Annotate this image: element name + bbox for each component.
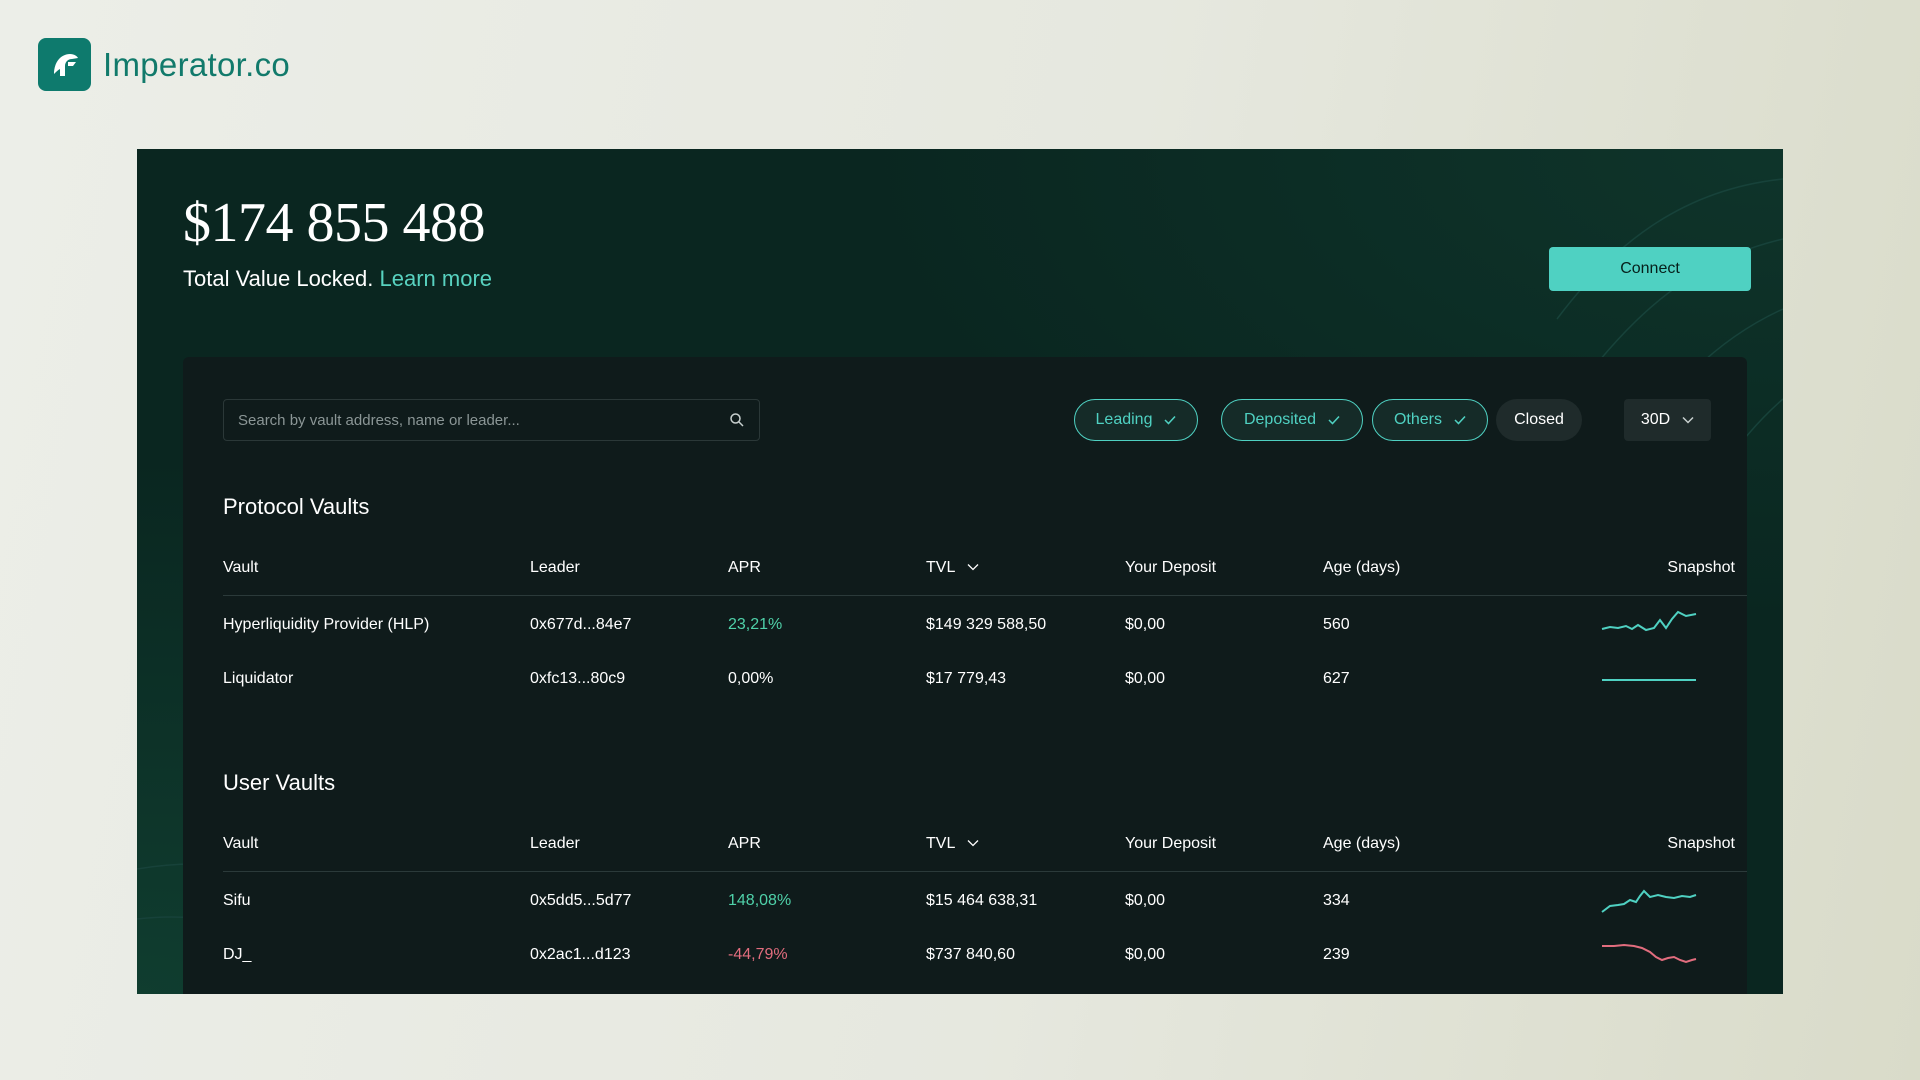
- col-age[interactable]: Age (days): [1323, 559, 1400, 577]
- sort-chevron-icon: [967, 564, 979, 571]
- vault-name: Liquidator: [223, 670, 294, 687]
- snapshot-sparkline: [1602, 943, 1697, 964]
- apr-value: 148,08%: [728, 892, 792, 909]
- apr-value: -44,79%: [728, 946, 788, 963]
- period-select[interactable]: 30D: [1624, 399, 1711, 441]
- age-cell: 334: [1323, 892, 1350, 909]
- table-row[interactable]: Liquidator 0xfc13...80c9 0,00% $17 779,4…: [223, 654, 1747, 706]
- col-leader[interactable]: Leader: [530, 559, 580, 577]
- filter-closed[interactable]: Closed: [1496, 399, 1582, 441]
- leader-address: 0x2ac1...d123: [530, 946, 631, 963]
- user-vaults-header: Vault Leader APR TVL Your Deposit Age (d…: [223, 821, 1747, 872]
- col-tvl[interactable]: TVL: [926, 559, 979, 577]
- col-apr[interactable]: APR: [728, 559, 761, 577]
- check-icon: [1328, 415, 1340, 425]
- col-vault[interactable]: Vault: [223, 559, 258, 577]
- col-tvl-label: TVL: [926, 835, 955, 852]
- connect-button[interactable]: Connect: [1549, 247, 1751, 291]
- filter-leading[interactable]: Leading: [1074, 399, 1198, 441]
- deposit-cell: $0,00: [1125, 616, 1166, 633]
- protocol-vaults-header: Vault Leader APR TVL Your Deposit Age (d…: [223, 545, 1747, 596]
- col-tvl[interactable]: TVL: [926, 835, 979, 853]
- sort-chevron-icon: [967, 840, 979, 847]
- age-cell: 560: [1323, 616, 1350, 633]
- table-row[interactable]: Hyperliquidity Provider (HLP) 0x677d...8…: [223, 600, 1747, 652]
- learn-more-link[interactable]: Learn more: [380, 266, 493, 291]
- search-icon[interactable]: [729, 412, 745, 428]
- snapshot-sparkline: [1602, 679, 1696, 681]
- col-vault[interactable]: Vault: [223, 835, 258, 853]
- apr-value: 0,00%: [728, 670, 774, 687]
- col-deposit[interactable]: Your Deposit: [1125, 835, 1216, 853]
- protocol-vaults-title: Protocol Vaults: [223, 494, 370, 519]
- deposit-cell: $0,00: [1125, 946, 1166, 963]
- leader-address: 0x5dd5...5d77: [530, 892, 632, 909]
- brand-name: Imperator.co: [103, 45, 291, 83]
- vaults-card: Leading Deposited Others Closed 30D Prot…: [183, 357, 1747, 994]
- search-box[interactable]: [223, 399, 760, 441]
- tvl-value: $174 855 488: [183, 192, 486, 254]
- leader-address: 0xfc13...80c9: [530, 670, 626, 687]
- tvl-cell: $737 840,60: [926, 946, 1015, 963]
- filter-deposited[interactable]: Deposited: [1221, 399, 1363, 441]
- leader-address: 0x677d...84e7: [530, 616, 632, 633]
- vault-name: Hyperliquidity Provider (HLP): [223, 616, 430, 633]
- snapshot-sparkline: [1601, 610, 1697, 632]
- table-row[interactable]: DJ_ 0x2ac1...d123 -44,79% $737 840,60 $0…: [223, 930, 1747, 982]
- apr-value: 23,21%: [728, 616, 783, 633]
- table-row[interactable]: Sifu 0x5dd5...5d77 148,08% $15 464 638,3…: [223, 876, 1747, 928]
- col-leader[interactable]: Leader: [530, 835, 580, 853]
- col-snapshot: Snapshot: [1667, 559, 1735, 576]
- age-cell: 627: [1323, 670, 1350, 687]
- tvl-caption-line: Total Value Locked. Learn more: [183, 266, 492, 292]
- filter-label: Leading: [1095, 411, 1153, 428]
- check-icon: [1454, 415, 1466, 425]
- tvl-cell: $149 329 588,50: [926, 616, 1047, 633]
- user-vaults-title: User Vaults: [223, 770, 336, 795]
- col-age[interactable]: Age (days): [1323, 835, 1400, 853]
- col-snapshot: Snapshot: [1667, 835, 1735, 852]
- vault-name: DJ_: [223, 946, 252, 963]
- filter-label: Closed: [1514, 411, 1564, 428]
- period-value: 30D: [1640, 411, 1671, 428]
- tvl-cell: $17 779,43: [926, 670, 1007, 687]
- col-deposit[interactable]: Your Deposit: [1125, 559, 1216, 577]
- filter-label: Deposited: [1243, 411, 1317, 428]
- check-icon: [1164, 415, 1177, 425]
- col-apr[interactable]: APR: [728, 835, 761, 853]
- main-panel: $174 855 488 Total Value Locked. Learn m…: [137, 149, 1783, 994]
- filter-label: Others: [1393, 411, 1442, 428]
- deposit-cell: $0,00: [1125, 892, 1166, 909]
- age-cell: 239: [1323, 946, 1350, 963]
- snapshot-sparkline: [1601, 889, 1697, 913]
- tvl-caption: Total Value Locked.: [183, 266, 374, 291]
- search-input[interactable]: [224, 410, 729, 430]
- col-tvl-label: TVL: [926, 559, 955, 576]
- brand[interactable]: Imperator.co: [38, 38, 290, 91]
- vault-name: Sifu: [223, 892, 251, 909]
- tvl-cell: $15 464 638,31: [926, 892, 1038, 909]
- filter-others[interactable]: Others: [1372, 399, 1488, 441]
- spartan-helmet-icon: [38, 38, 91, 91]
- chevron-down-icon: [1682, 416, 1694, 424]
- deposit-cell: $0,00: [1125, 670, 1166, 687]
